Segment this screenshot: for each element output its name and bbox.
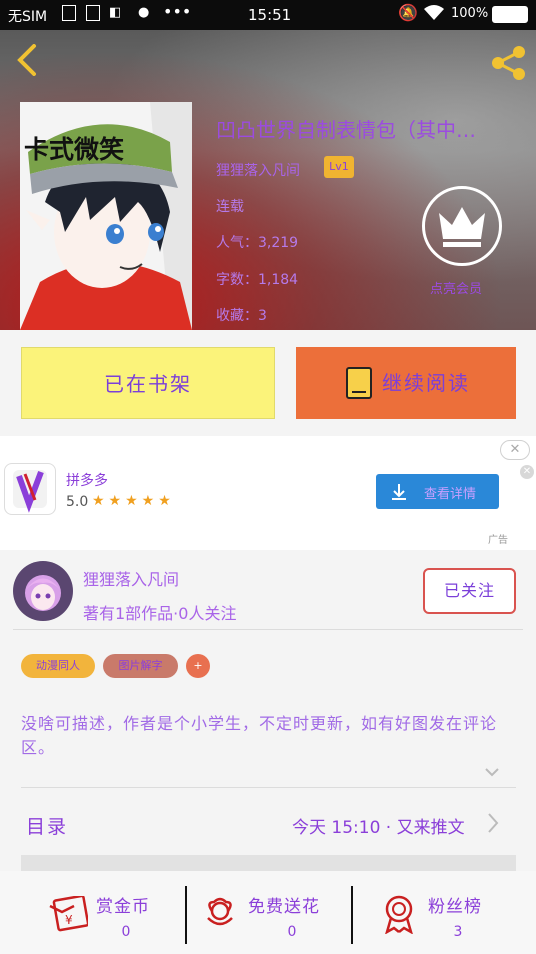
author-link[interactable]: 狸狸落入凡间 [216,160,300,180]
ad-view-details-button[interactable]: 查看详情 [376,474,499,509]
expand-button[interactable] [484,764,500,780]
serial-status: 连载 [216,199,244,215]
free-flower-label: 免费送花 [248,897,320,917]
mute-icon: 🔕 [398,3,418,22]
clock: 15:51 [248,6,292,24]
book-cover[interactable]: 卡式微笑 [20,102,192,330]
book-description: 没啥可描述，作者是个小学生，不定时更新，如有好图发在评论区。 [21,714,498,757]
avatar[interactable] [13,561,73,621]
book-title: 凹凸世界自制表情包（其中… [216,118,476,142]
toc-label: 目录 [26,816,69,838]
back-button[interactable] [14,44,42,76]
ad-tag: 广告 [488,535,508,546]
chevron-down-icon [485,768,499,777]
status-bar: 无SIM ◧ ● ••• 15:51 🔕 100% [0,0,536,30]
more-icon: ••• [163,2,192,21]
book-icon [346,367,372,399]
share-icon [492,46,525,80]
follow-button[interactable]: 已关注 [423,568,516,614]
free-flower-count: 0 [287,924,297,940]
chevron-right-icon [488,813,499,833]
toc-arrow [486,812,500,834]
qq-icon: ● [138,5,150,20]
red-envelope-icon: ¥ [48,894,90,936]
svg-text:¥: ¥ [65,913,73,927]
author-stats: 著有1部作品·0人关注 [83,604,237,623]
check-icon [86,5,100,21]
battery-percent: 100% [451,6,489,21]
carrier-text: 无SIM [8,9,48,25]
continue-reading-button[interactable]: 继续阅读 [296,347,516,419]
medal-icon [382,894,416,938]
ad-cta-label: 查看详情 [424,487,477,502]
word-count: 字数：1,184 [216,272,299,288]
latest-chapter: 今天 15:10 · 又来推文 [292,818,465,838]
download-icon [392,484,406,500]
reward-coins-label: 赏金币 [96,897,150,917]
share-button[interactable] [490,44,528,82]
in-bookshelf-button[interactable]: 已在书架 [21,347,275,419]
vibrate-icon: ◧ [109,5,122,20]
crown-icon [439,207,485,247]
cover-banner-text: 卡式微笑 [24,135,125,164]
reward-coins-count: 0 [121,924,131,940]
battery-icon [492,6,528,23]
author-name[interactable]: 狸狸落入凡间 [83,566,179,590]
fan-ranking-count: 3 [453,924,463,940]
ad-app-logo [4,463,56,515]
flower-icon [202,896,238,936]
ad-app-name: 拼多多 [66,473,108,489]
continue-reading-label: 继续阅读 [382,371,470,395]
ad-dismiss-icon[interactable]: ✕ [520,465,534,479]
ad-rating: 5.0 [66,494,89,510]
tag-more-chip[interactable]: + [186,654,210,678]
popularity-count: 人气：3,219 [216,235,299,251]
ad-close-button[interactable]: ✕ [500,440,530,460]
chevron-left-icon [17,44,36,76]
vip-label: 点亮会员 [430,282,483,297]
vip-button[interactable] [422,186,502,266]
fan-ranking-label: 粉丝榜 [428,897,482,917]
wifi-icon [423,3,445,25]
collection-count: 收藏：3 [216,308,267,324]
ad-stars: ★★★★★ [92,493,175,509]
tag-chip[interactable]: 图片解字 [103,654,178,678]
reward-coins-button[interactable] [0,871,185,954]
notification-icon [62,5,76,21]
section-spacer [21,855,516,871]
divider [13,629,523,630]
tag-chip[interactable]: 动漫同人 [21,654,95,678]
level-badge: Lv1 [324,156,354,178]
